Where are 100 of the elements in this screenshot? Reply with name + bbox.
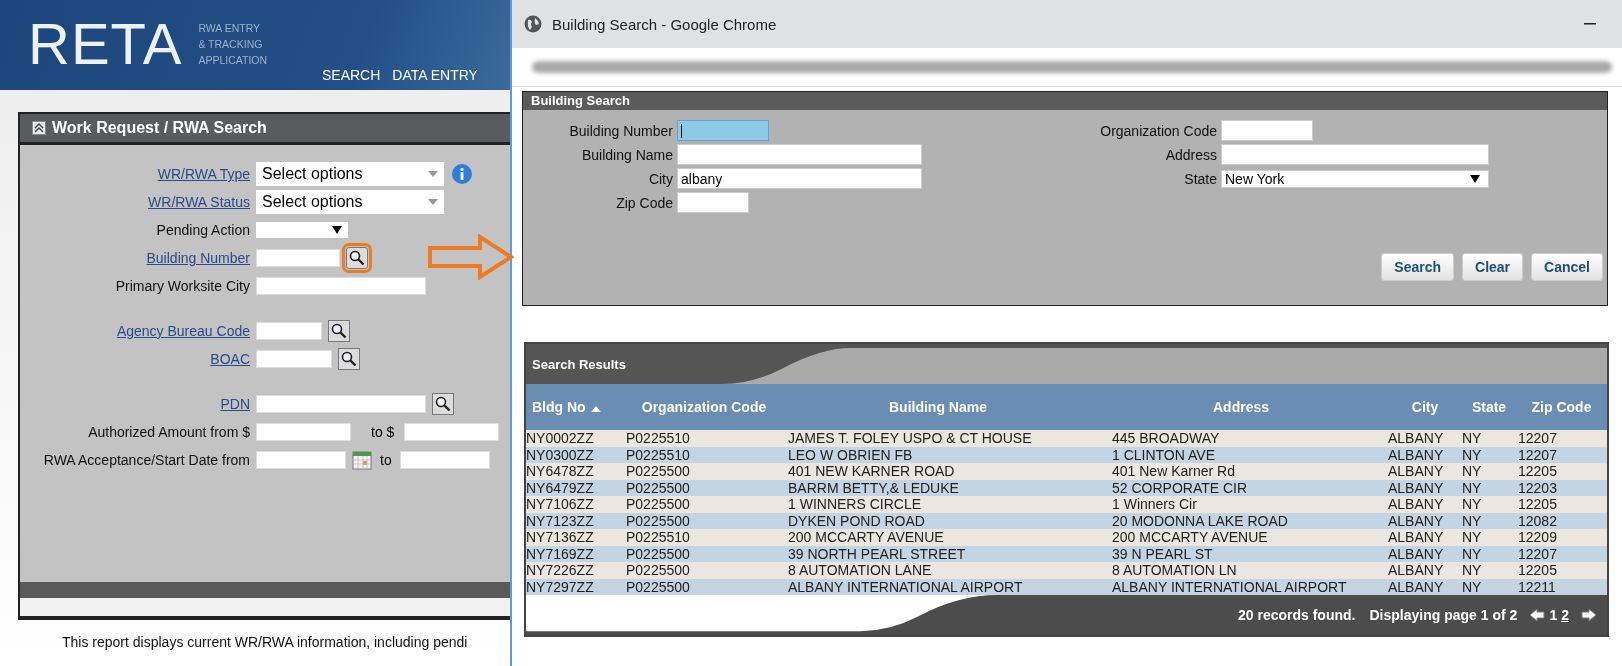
table-cell: 12207 bbox=[1516, 430, 1607, 447]
field-link[interactable]: Building Number bbox=[146, 250, 250, 266]
input-field[interactable]: albany bbox=[677, 168, 922, 189]
table-cell: 1 Winners Cir bbox=[1094, 496, 1388, 513]
table-cell: NY6478ZZ bbox=[526, 463, 626, 480]
app-subtitle: RWA ENTRY bbox=[198, 21, 262, 36]
minimize-icon[interactable] bbox=[1584, 23, 1596, 25]
caret-icon bbox=[428, 199, 438, 205]
field-label: Address bbox=[1164, 146, 1217, 163]
app-subtitle: & TRACKING bbox=[198, 37, 264, 52]
search-icon bbox=[349, 250, 365, 266]
table-cell: ALBANY bbox=[1388, 430, 1462, 447]
table-cell: 12205 bbox=[1516, 496, 1607, 513]
field-label: Authorized Amount from $ bbox=[88, 424, 250, 440]
search-icon bbox=[331, 323, 347, 339]
column-header[interactable]: State bbox=[1462, 384, 1516, 430]
search-icon bbox=[435, 396, 451, 412]
column-header[interactable]: Building Name bbox=[782, 384, 1094, 430]
table-cell: NY bbox=[1462, 463, 1516, 480]
table-cell: 12205 bbox=[1516, 463, 1607, 480]
page-link[interactable]: 2 bbox=[1561, 607, 1569, 623]
table-cell: NY bbox=[1462, 562, 1516, 579]
lookup-button[interactable] bbox=[432, 393, 454, 415]
table-cell: NY bbox=[1462, 496, 1516, 513]
state-dropdown[interactable]: New York bbox=[1221, 169, 1489, 188]
field-label: RWA Acceptance/Start Date from bbox=[43, 452, 250, 468]
table-cell: NY0002ZZ bbox=[526, 430, 626, 447]
table-cell: 12209 bbox=[1516, 529, 1607, 546]
calendar-icon[interactable] bbox=[352, 450, 372, 470]
table-cell: 200 MCCARTY AVENUE bbox=[782, 529, 1094, 546]
field-link[interactable]: WR/RWA Status bbox=[148, 194, 250, 210]
table-cell: NY7136ZZ bbox=[526, 529, 626, 546]
table-cell: P0225500 bbox=[626, 562, 782, 579]
table-cell: 200 MCCARTY AVENUE bbox=[1094, 529, 1388, 546]
info-icon[interactable] bbox=[452, 164, 472, 184]
table-cell: P0225500 bbox=[626, 496, 782, 513]
input-field[interactable] bbox=[677, 120, 769, 141]
caret-icon bbox=[428, 171, 438, 177]
next-page-icon[interactable] bbox=[1581, 608, 1597, 622]
form-button[interactable]: Cancel bbox=[1531, 253, 1603, 281]
form-title: Building Search bbox=[523, 92, 1607, 110]
globe-icon bbox=[524, 15, 542, 33]
table-cell: ALBANY bbox=[1388, 463, 1462, 480]
options-select[interactable]: Select options bbox=[256, 190, 444, 214]
field-label: Zip Code bbox=[615, 194, 673, 211]
results-title: Search Results bbox=[531, 356, 626, 372]
lookup-button[interactable] bbox=[338, 348, 360, 370]
field-link[interactable]: WR/RWA Type bbox=[157, 166, 250, 182]
lookup-button[interactable] bbox=[328, 320, 350, 342]
table-cell: NY bbox=[1462, 529, 1516, 546]
table-cell: NY7106ZZ bbox=[526, 496, 626, 513]
field-link[interactable]: PDN bbox=[220, 396, 250, 412]
report-description: This report displays current WR/RWA information, including pendi bbox=[62, 634, 469, 650]
table-cell: NY7226ZZ bbox=[526, 562, 626, 579]
sort-ascending-icon bbox=[590, 406, 601, 412]
field-label: Building Number bbox=[568, 122, 673, 139]
input-field[interactable] bbox=[677, 144, 922, 165]
column-header[interactable]: Organization Code bbox=[626, 384, 782, 430]
field-label: State bbox=[1183, 170, 1217, 187]
field-label: Primary Worksite City bbox=[115, 278, 250, 294]
pending-action-dropdown[interactable] bbox=[256, 222, 348, 238]
column-header[interactable]: Address bbox=[1094, 384, 1388, 430]
table-cell: JAMES T. FOLEY USPO & CT HOUSE bbox=[782, 430, 1094, 447]
input-field[interactable] bbox=[677, 192, 749, 213]
table-cell: 401 New Karner Rd bbox=[1094, 463, 1388, 480]
app-subtitle: APPLICATION bbox=[198, 53, 268, 68]
table-cell: P0225510 bbox=[626, 529, 782, 546]
previous-page-icon[interactable] bbox=[1529, 608, 1546, 622]
caret-icon bbox=[1470, 174, 1480, 183]
form-button[interactable]: Search bbox=[1381, 253, 1455, 281]
record-count-label: records found. bbox=[1257, 607, 1356, 623]
page-link[interactable]: 1 bbox=[1549, 607, 1558, 623]
table-cell: P0225500 bbox=[626, 463, 782, 480]
field-label: to bbox=[380, 452, 392, 468]
field-link[interactable]: BOAC bbox=[210, 351, 250, 367]
field-link[interactable]: Agency Bureau Code bbox=[116, 323, 250, 339]
date-field[interactable] bbox=[399, 451, 490, 469]
collapse-icon[interactable] bbox=[32, 121, 46, 135]
table-cell: ALBANY bbox=[1388, 529, 1462, 546]
nav-link[interactable]: DATA ENTRY bbox=[392, 67, 478, 83]
input-field[interactable] bbox=[1221, 120, 1313, 141]
table-cell: 1 WINNERS CIRCLE bbox=[782, 496, 1094, 513]
table-cell: 445 BROADWAY bbox=[1094, 430, 1388, 447]
search-icon bbox=[341, 351, 357, 367]
table-cell: P0225510 bbox=[626, 430, 782, 447]
options-select[interactable]: Select options bbox=[256, 162, 444, 186]
column-header[interactable]: City bbox=[1388, 384, 1462, 430]
caret-icon bbox=[332, 226, 342, 234]
window-title: Building Search - Google Chrome bbox=[552, 15, 778, 33]
input-field[interactable] bbox=[1221, 144, 1489, 165]
table-cell: ALBANY bbox=[1388, 562, 1462, 579]
field-label: to $ bbox=[371, 424, 395, 440]
field-label: City bbox=[647, 170, 673, 187]
column-header[interactable]: Zip Code bbox=[1516, 384, 1607, 430]
column-header[interactable]: Bldg No bbox=[526, 384, 626, 430]
date-field[interactable] bbox=[256, 451, 346, 469]
page-label: Displaying page bbox=[1369, 607, 1477, 623]
form-button[interactable]: Clear bbox=[1462, 253, 1524, 281]
table-cell: 12205 bbox=[1516, 562, 1607, 579]
nav-link[interactable]: SEARCH bbox=[322, 67, 381, 83]
